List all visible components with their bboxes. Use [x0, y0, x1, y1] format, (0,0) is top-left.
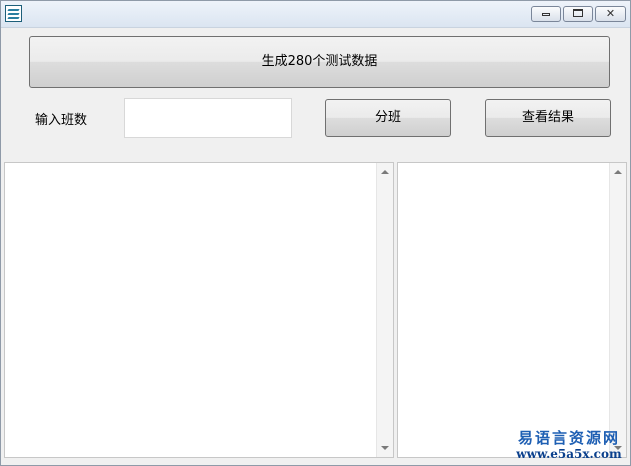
- watermark-url: www.e5a5x.com: [516, 447, 622, 461]
- site-watermark: 易语言资源网 www.e5a5x.com: [510, 429, 628, 461]
- close-button[interactable]: ✕: [595, 6, 626, 22]
- data-listbox[interactable]: [4, 162, 394, 458]
- split-classes-button[interactable]: 分班: [325, 99, 451, 137]
- generate-test-data-button[interactable]: 生成280个测试数据: [29, 36, 610, 88]
- scroll-up-arrow-icon[interactable]: [381, 170, 389, 174]
- data-listbox-scrollbar[interactable]: [376, 163, 393, 457]
- maximize-icon: [573, 9, 583, 17]
- result-listbox-scrollbar[interactable]: [609, 163, 626, 457]
- scroll-down-arrow-icon[interactable]: [381, 446, 389, 450]
- scroll-up-arrow-icon[interactable]: [614, 170, 622, 174]
- main-window: ✕ 生成280个测试数据 输入班数 分班 查看结果 易语言资源网 www.e5a…: [0, 0, 631, 466]
- app-icon: [5, 5, 22, 22]
- minimize-button[interactable]: [531, 6, 561, 22]
- maximize-button[interactable]: [563, 6, 593, 22]
- minimize-icon: [542, 13, 550, 16]
- class-count-input[interactable]: [124, 98, 292, 138]
- view-result-button[interactable]: 查看结果: [485, 99, 611, 137]
- result-listbox[interactable]: [397, 162, 627, 458]
- class-count-label: 输入班数: [35, 113, 88, 128]
- close-icon: ✕: [605, 7, 616, 20]
- watermark-text: 易语言资源网: [517, 429, 620, 447]
- title-bar[interactable]: ✕: [1, 1, 630, 28]
